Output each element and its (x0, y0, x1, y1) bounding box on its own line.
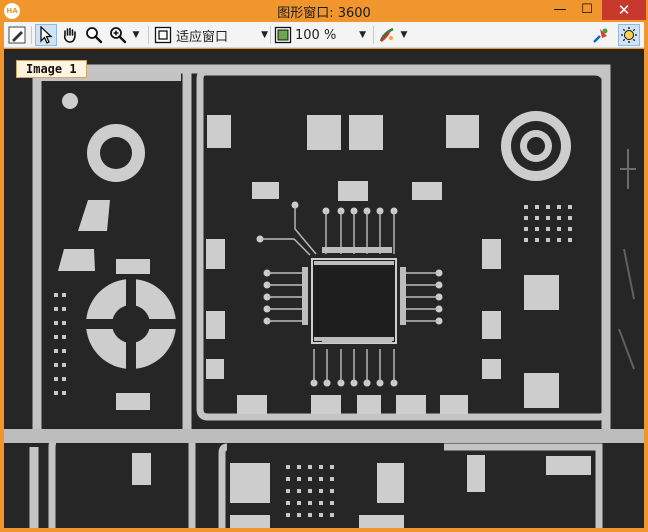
inspect-tool-button[interactable] (590, 24, 612, 46)
toolbar-separator (31, 26, 32, 44)
zoom-level-select[interactable]: 100 % ▼ (274, 24, 368, 46)
hand-icon (63, 27, 76, 43)
zoom-options-dropdown[interactable]: ▼ (129, 24, 143, 46)
close-button[interactable]: ✕ (602, 0, 646, 20)
zoom-in-tool-button[interactable] (107, 24, 129, 46)
maximize-button[interactable]: ☐ (574, 0, 600, 20)
color-options-dropdown[interactable]: ▼ (398, 24, 410, 46)
chevron-down-icon: ▼ (261, 30, 268, 40)
pcb-image (4, 49, 644, 528)
toolbar-separator (270, 26, 271, 44)
settings-bulb-icon (621, 27, 637, 43)
magnifier-icon (86, 27, 103, 44)
zoom-level-icon (274, 26, 292, 44)
color-tool-button[interactable] (376, 24, 398, 46)
fit-window-icon (154, 26, 172, 44)
pointer-tool-button[interactable] (35, 24, 57, 46)
fit-window-label: 适应窗口 (176, 29, 229, 45)
settings-tool-button[interactable] (618, 24, 640, 46)
pencil-icon (8, 26, 26, 44)
minimize-button[interactable]: — (546, 0, 574, 20)
image-label: Image 1 (16, 60, 87, 78)
zoom-in-icon (110, 27, 127, 44)
paint-brush-icon (379, 27, 394, 42)
pan-tool-button[interactable] (59, 24, 81, 46)
toolbar: ▼ 适应窗口 ▼ 100 % ▼ ▼ (4, 22, 644, 48)
chevron-down-icon: ▼ (359, 30, 366, 40)
edit-tool-button[interactable] (6, 24, 28, 46)
zoom-tool-button[interactable] (83, 24, 105, 46)
image-canvas[interactable]: Image 1 (4, 49, 644, 528)
fit-window-select[interactable]: 适应窗口 ▼ (154, 24, 272, 46)
title-bar[interactable]: HA 图形窗口: 3600 — ☐ ✕ (0, 0, 648, 22)
arrow-pointer-icon (40, 26, 53, 44)
graphics-window: HA 图形窗口: 3600 — ☐ ✕ ▼ 适应窗口 ▼ 100 % ▼ ▼ I… (0, 0, 648, 532)
zoom-level-label: 100 % (295, 27, 337, 43)
toolbar-separator (148, 26, 149, 44)
inspect-pixel-icon (593, 28, 608, 43)
toolbar-separator (373, 26, 374, 44)
